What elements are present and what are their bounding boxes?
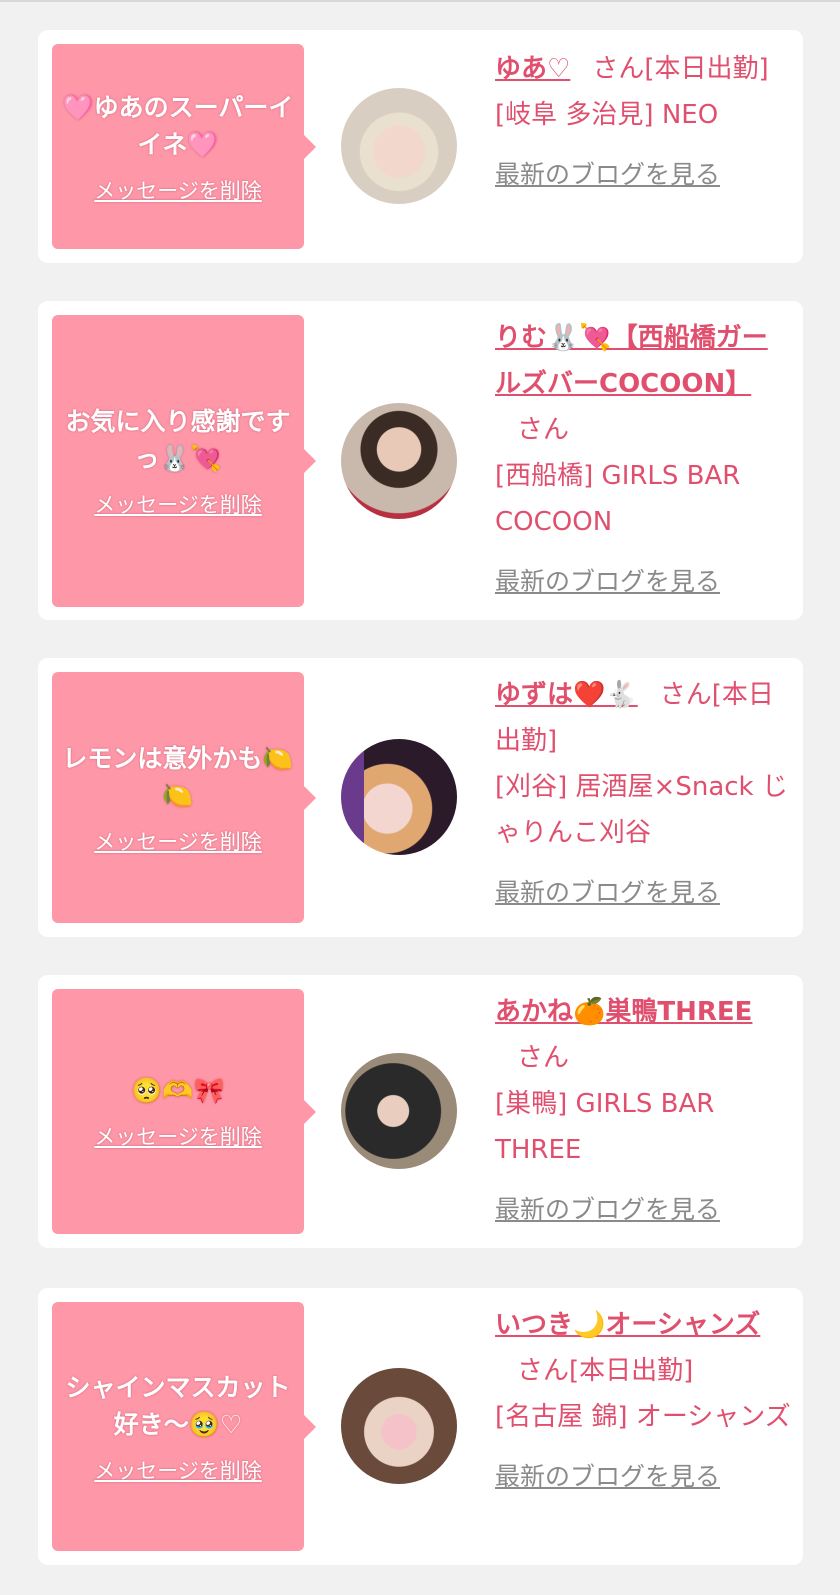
cast-name-link[interactable]: あかね🍊巣鴨THREE <box>495 997 752 1027</box>
cast-name-link[interactable]: ゆあ♡ <box>495 54 570 84</box>
latest-blog-link[interactable]: 最新のブログを見る <box>495 870 793 916</box>
avatar[interactable] <box>341 739 457 855</box>
message-text: 🩷ゆあのスーパーイイネ🩷 <box>62 92 294 159</box>
message-text: レモンは意外かも🍋🍋 <box>62 743 294 810</box>
like-card: 🥺🫶🎀 メッセージを削除 あかね🍊巣鴨THREE さん [巣鴨] GIRLS BA… <box>38 975 803 1248</box>
message-bubble: お気に入り感謝ですっ🐰💘 メッセージを削除 <box>52 315 316 607</box>
delete-message-link[interactable]: メッセージを削除 <box>94 1121 262 1151</box>
cast-name-link[interactable]: りむ🐰💘【西船橋ガールズバーCOCOON】 <box>495 323 768 399</box>
cast-info: あかね🍊巣鴨THREE さん [巣鴨] GIRLS BAR THREE 最新のブロ… <box>495 989 793 1233</box>
avatar[interactable] <box>341 403 457 519</box>
message-bubble: 🩷ゆあのスーパーイイネ🩷 メッセージを削除 <box>52 44 316 249</box>
shop-text: [岐阜 多治見] NEO <box>495 100 719 130</box>
like-card: シャインマスカット好き〜🥹♡ メッセージを削除 いつき🌙オーシャンズさん[本日出… <box>38 1288 803 1565</box>
latest-blog-link[interactable]: 最新のブログを見る <box>495 1187 793 1233</box>
message-bubble: レモンは意外かも🍋🍋 メッセージを削除 <box>52 672 316 923</box>
cast-name-link[interactable]: ゆずは❤️🐇 <box>495 680 638 710</box>
avatar[interactable] <box>341 88 457 204</box>
cast-info: ゆあ♡ さん[本日出勤] [岐阜 多治見] NEO 最新のブログを見る <box>495 46 793 198</box>
latest-blog-link[interactable]: 最新のブログを見る <box>495 1454 793 1500</box>
latest-blog-link[interactable]: 最新のブログを見る <box>495 559 793 605</box>
delete-message-link[interactable]: メッセージを削除 <box>94 489 262 519</box>
cast-info: ゆずは❤️🐇 さん[本日出勤] [刈谷] 居酒屋×Snack じゃりんこ刈谷 最新… <box>495 672 793 916</box>
cast-info: いつき🌙オーシャンズさん[本日出勤] [名古屋 錦] オーシャンズ 最新のブログ… <box>495 1302 793 1500</box>
cast-name-link[interactable]: いつき🌙オーシャンズ <box>495 1310 760 1340</box>
message-text: シャインマスカット好き〜🥹♡ <box>65 1372 291 1439</box>
shop-text: [刈谷] 居酒屋×Snack じゃりんこ刈谷 <box>495 772 788 848</box>
message-bubble: シャインマスカット好き〜🥹♡ メッセージを削除 <box>52 1302 316 1551</box>
cast-suffix: さん <box>517 1043 570 1073</box>
cast-suffix: さん[本日出勤] <box>592 54 769 84</box>
shop-text: [名古屋 錦] オーシャンズ <box>495 1402 791 1432</box>
cast-suffix: さん <box>517 415 570 445</box>
avatar[interactable] <box>341 1368 457 1484</box>
cast-info: りむ🐰💘【西船橋ガールズバーCOCOON】さん [西船橋] GIRLS BAR … <box>495 315 793 605</box>
delete-message-link[interactable]: メッセージを削除 <box>94 1455 262 1485</box>
like-card: レモンは意外かも🍋🍋 メッセージを削除 ゆずは❤️🐇 さん[本日出勤] [刈谷] … <box>38 658 803 937</box>
message-text: お気に入り感謝ですっ🐰💘 <box>65 407 291 473</box>
message-bubble: 🥺🫶🎀 メッセージを削除 <box>52 989 316 1234</box>
shop-text: [巣鴨] GIRLS BAR THREE <box>495 1089 715 1165</box>
avatar[interactable] <box>341 1053 457 1169</box>
message-text: 🥺🫶🎀 <box>131 1076 225 1105</box>
like-card: 🩷ゆあのスーパーイイネ🩷 メッセージを削除 ゆあ♡ さん[本日出勤] [岐阜 多治… <box>38 30 803 263</box>
shop-text: [西船橋] GIRLS BAR COCOON <box>495 461 741 537</box>
delete-message-link[interactable]: メッセージを削除 <box>94 826 262 856</box>
top-divider <box>0 0 840 2</box>
latest-blog-link[interactable]: 最新のブログを見る <box>495 152 793 198</box>
delete-message-link[interactable]: メッセージを削除 <box>94 175 262 205</box>
like-card: お気に入り感謝ですっ🐰💘 メッセージを削除 りむ🐰💘【西船橋ガールズバーCOCO… <box>38 301 803 620</box>
cast-suffix: さん[本日出勤] <box>517 1356 694 1386</box>
